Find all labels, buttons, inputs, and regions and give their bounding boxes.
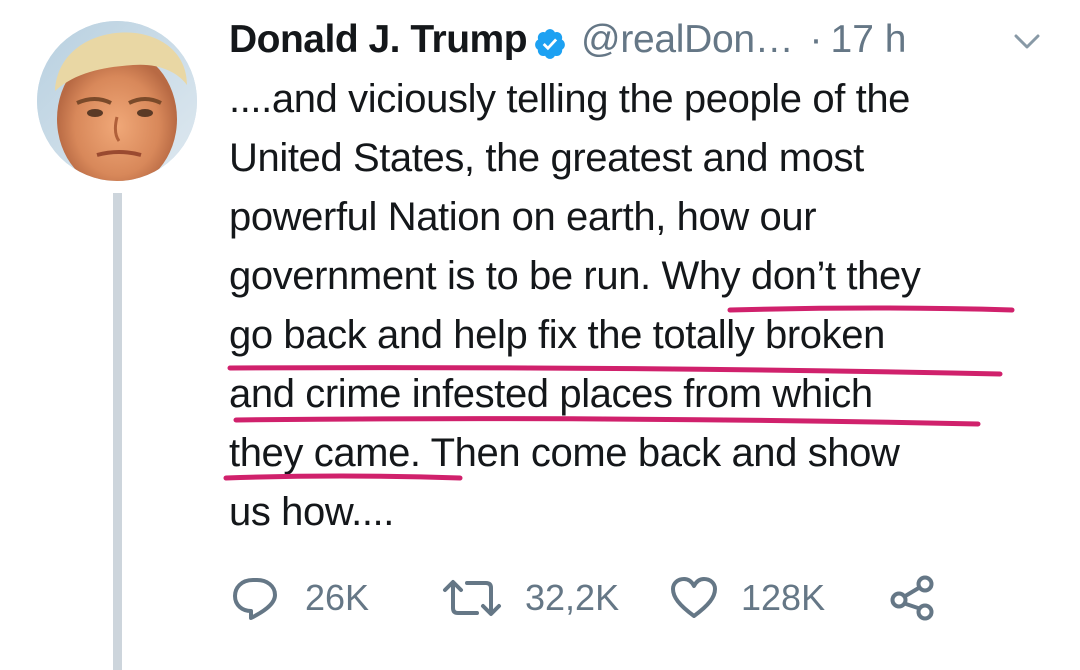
- share-icon: [889, 574, 939, 622]
- tweet-text-line: us how....: [229, 490, 394, 534]
- tweet-text-line: they came. Then come back and show: [229, 431, 900, 475]
- like-icon: [669, 575, 719, 621]
- share-button[interactable]: [889, 570, 939, 626]
- avatar-photo: [37, 21, 197, 181]
- tweet-text-line: and crime infested places from which: [229, 372, 873, 416]
- chevron-down-icon[interactable]: [1010, 30, 1044, 54]
- reply-button[interactable]: 26K: [229, 570, 369, 626]
- tweet-text: ....and viciously telling the people of …: [229, 70, 1069, 542]
- tweet-text-line: go back and help fix the totally broken: [229, 313, 885, 357]
- tweet-text-line: ....and viciously telling the people of …: [229, 77, 911, 121]
- reply-icon: [229, 574, 283, 622]
- tweet-text-line: government is to be run. Why don’t they: [229, 254, 921, 298]
- retweet-count: 32,2K: [525, 577, 620, 618]
- retweet-button[interactable]: 32,2K: [441, 570, 619, 626]
- like-button[interactable]: 128K: [669, 570, 825, 626]
- avatar[interactable]: [37, 21, 197, 181]
- retweet-icon: [441, 576, 503, 620]
- separator: ·: [809, 18, 823, 61]
- thread-line: [113, 193, 122, 670]
- author-handle[interactable]: @realDon…: [581, 14, 794, 66]
- tweet-header: Donald J. Trump @realDon… · 17 h: [229, 14, 906, 66]
- author-name[interactable]: Donald J. Trump: [229, 14, 528, 66]
- like-count: 128K: [741, 577, 826, 618]
- verified-badge-icon: [533, 23, 567, 59]
- timestamp[interactable]: 17 h: [831, 14, 907, 66]
- tweet-text-line: powerful Nation on earth, how our: [229, 195, 817, 239]
- reply-count: 26K: [305, 577, 370, 618]
- action-bar: 26K 32,2K 128K: [229, 570, 989, 626]
- tweet-text-line: United States, the greatest and most: [229, 136, 864, 180]
